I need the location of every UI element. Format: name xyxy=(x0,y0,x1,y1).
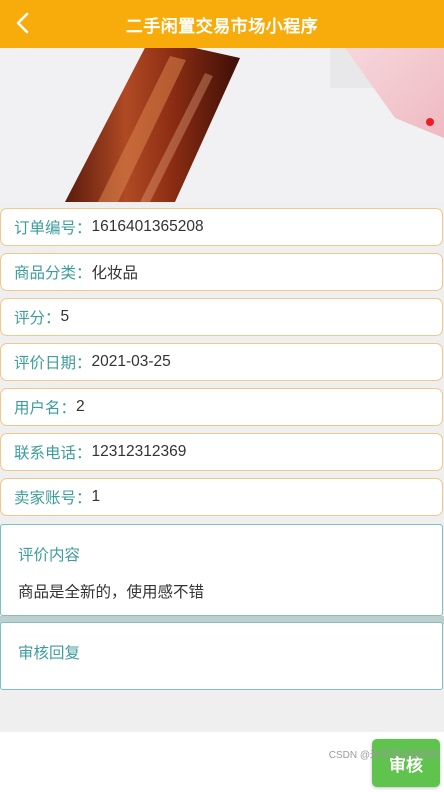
field-label: 评分： xyxy=(14,310,61,327)
watermark: CSDN @米罗学长做代码 xyxy=(328,750,440,761)
field-label: 用户名： xyxy=(14,400,77,417)
field-value: 化妆品 xyxy=(91,265,139,282)
review-content-text: 商品是全新的，使用感不错 xyxy=(18,584,205,601)
username-field: 用户名： 2 xyxy=(0,388,443,426)
review-reply-title: 审核回复 xyxy=(18,645,81,662)
rating-field: 评分： 5 xyxy=(0,298,443,336)
page-title: 二手闲置交易市场小程序 xyxy=(125,16,319,36)
field-value: 1 xyxy=(91,488,101,505)
seller-account-field: 卖家账号： 1 xyxy=(0,478,443,516)
field-value: 2021-03-25 xyxy=(91,353,171,370)
app-header: 二手闲置交易市场小程序 xyxy=(0,0,444,48)
phone-field: 联系电话： 12312312369 xyxy=(0,433,443,471)
field-label: 评价日期： xyxy=(14,355,92,372)
order-number-field: 订单编号： 1616401365208 xyxy=(0,208,443,246)
category-field: 商品分类： 化妆品 xyxy=(0,253,443,291)
review-reply-panel[interactable]: 审核回复 xyxy=(0,622,443,690)
field-label: 订单编号： xyxy=(14,220,92,237)
review-date-field: 评价日期： 2021-03-25 xyxy=(0,343,443,381)
field-label: 卖家账号： xyxy=(14,490,92,507)
field-label: 商品分类： xyxy=(14,265,92,282)
back-button[interactable] xyxy=(8,8,38,38)
review-content-title: 评价内容 xyxy=(18,547,81,564)
chevron-left-icon xyxy=(16,12,29,34)
field-value: 1616401365208 xyxy=(91,218,204,235)
field-value: 12312312369 xyxy=(91,443,187,460)
serum-bottle-illustration xyxy=(0,48,444,202)
field-value: 5 xyxy=(60,308,70,325)
indicator-dot xyxy=(426,118,434,126)
review-content-panel: 评价内容 商品是全新的，使用感不错 xyxy=(0,524,443,616)
field-label: 联系电话： xyxy=(14,445,92,462)
field-value: 2 xyxy=(76,398,85,415)
product-image xyxy=(0,48,444,202)
